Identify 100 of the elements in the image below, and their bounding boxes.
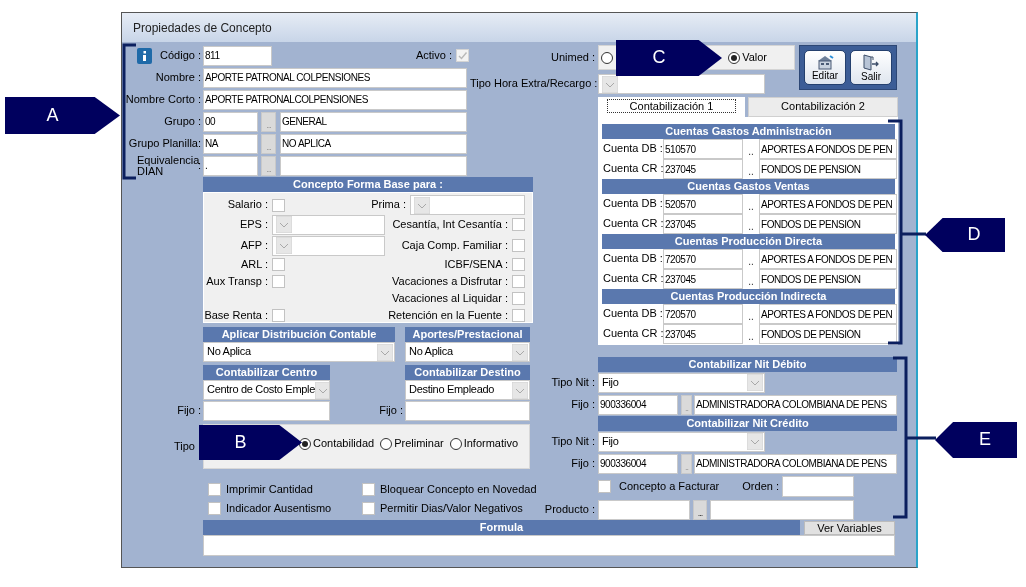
chevron-icon bbox=[315, 381, 329, 399]
checkbox[interactable] bbox=[362, 483, 375, 497]
field-label: Unimed : bbox=[549, 50, 596, 65]
checkbox[interactable] bbox=[512, 218, 525, 231]
door-icon bbox=[862, 53, 880, 71]
text-field[interactable]: 237045 bbox=[663, 159, 743, 179]
variables-button[interactable]: Ver Variables bbox=[804, 520, 895, 535]
code-field[interactable]: 811 bbox=[203, 45, 272, 66]
text-field[interactable]: FONDOS DE PENSIÓN bbox=[759, 214, 897, 234]
checkbox[interactable] bbox=[598, 480, 611, 493]
field-label: Vacaciones a Disfrutar : bbox=[392, 274, 508, 289]
info-icon[interactable] bbox=[137, 47, 152, 64]
chevron-icon bbox=[512, 343, 528, 361]
dropdown[interactable] bbox=[598, 74, 765, 94]
text-field[interactable]: 510570 bbox=[663, 139, 743, 159]
checkbox[interactable] bbox=[208, 502, 221, 516]
checkbox[interactable] bbox=[272, 309, 285, 322]
code-field[interactable]: NA bbox=[203, 133, 258, 154]
text-field[interactable] bbox=[710, 499, 854, 520]
text-field[interactable]: 720570 bbox=[663, 249, 743, 269]
exit-button[interactable]: Salir bbox=[850, 50, 892, 85]
text-field[interactable]: APORTE PATRONAL COLPENSIONES bbox=[203, 67, 467, 88]
checkbox[interactable] bbox=[512, 258, 525, 271]
field-label: Cuenta CR : bbox=[602, 162, 663, 176]
field-label: ARL : bbox=[239, 257, 269, 272]
text-field[interactable]: APORTES A FONDOS DE PEN bbox=[759, 304, 897, 324]
checkbox[interactable] bbox=[272, 198, 285, 212]
description-field[interactable] bbox=[280, 155, 467, 176]
code-field[interactable]: 00 bbox=[203, 111, 258, 132]
text-field[interactable]: 900336004 bbox=[598, 453, 678, 474]
text-field[interactable]: APORTES A FONDOS DE PEN bbox=[759, 249, 897, 269]
checkbox[interactable] bbox=[512, 309, 525, 322]
checkbox[interactable] bbox=[272, 258, 285, 271]
field-label: EPS : bbox=[238, 217, 269, 232]
text-field[interactable] bbox=[782, 476, 854, 497]
text-field[interactable] bbox=[405, 400, 530, 421]
checkbox[interactable] bbox=[362, 502, 375, 516]
text-field[interactable]: APORTES A FONDOS DE PEN bbox=[759, 194, 897, 214]
text-field[interactable]: 237045 bbox=[663, 269, 743, 289]
callout-label: E bbox=[935, 422, 1017, 458]
text-field[interactable]: ADMINISTRADORA COLOMBIANA DE PENS bbox=[694, 394, 897, 415]
text-field[interactable]: 237045 bbox=[663, 324, 743, 344]
radio-button[interactable] bbox=[449, 437, 462, 450]
text-field[interactable]: FONDOS DE PENSIÓN bbox=[759, 159, 897, 179]
dropdown[interactable]: Fijo bbox=[598, 431, 765, 452]
chevron-icon bbox=[377, 343, 393, 361]
field-label: Cuenta DB : bbox=[602, 197, 663, 211]
text-field[interactable]: ADMINISTRADORA COLOMBIANA DE PENS bbox=[694, 453, 897, 474]
dropdown[interactable]: No Aplica bbox=[405, 342, 530, 362]
description-field[interactable]: NO APLICA bbox=[280, 133, 467, 154]
text-field[interactable] bbox=[598, 499, 690, 520]
text-field[interactable] bbox=[203, 400, 330, 421]
tab[interactable]: Contabilización 1 bbox=[598, 97, 745, 117]
tab[interactable]: Contabilización 2 bbox=[748, 97, 898, 117]
text-field[interactable]: APORTE PATRONALCOLPENSIONES bbox=[203, 89, 467, 110]
checkbox[interactable] bbox=[512, 239, 525, 252]
section-header: Contabilizar Nit Débito bbox=[598, 357, 897, 372]
section-header: Contabilizar Centro bbox=[203, 365, 330, 380]
window-title: Propiedades de Concepto bbox=[122, 13, 916, 42]
radio-button[interactable] bbox=[380, 437, 393, 450]
text-field[interactable]: 900336004 bbox=[598, 394, 678, 415]
radio-label: Informativo bbox=[463, 436, 519, 451]
radio-button[interactable] bbox=[299, 437, 311, 450]
chevron-icon bbox=[602, 75, 618, 93]
radio-button[interactable] bbox=[728, 51, 741, 64]
field-label: Aux Transp : bbox=[205, 274, 269, 289]
edit-button[interactable]: Editar bbox=[804, 50, 846, 85]
chevron-icon bbox=[276, 237, 292, 254]
checkbox[interactable] bbox=[512, 275, 525, 288]
field-label: AFP : bbox=[239, 238, 269, 253]
text-field[interactable]: 520570 bbox=[663, 194, 743, 214]
description-field[interactable]: GENERAL bbox=[280, 111, 467, 132]
field-label: Fijo : bbox=[570, 456, 596, 471]
field-label: Fijo : bbox=[570, 397, 596, 412]
field-label: Cuenta CR : bbox=[602, 217, 663, 231]
dropdown[interactable]: No Aplica bbox=[203, 342, 395, 362]
field-label: Cuenta DB : bbox=[602, 252, 663, 266]
checkbox[interactable] bbox=[512, 292, 525, 305]
field-label: Cuenta CR : bbox=[602, 327, 663, 341]
text-field[interactable]: FONDOS DE PENSIÓN bbox=[759, 324, 897, 344]
code-field[interactable]: . bbox=[203, 155, 258, 176]
checkbox[interactable] bbox=[208, 483, 221, 497]
text-field[interactable]: FONDOS DE PENSIÓN bbox=[759, 269, 897, 289]
text-field[interactable]: APORTES A FONDOS DE PEN bbox=[759, 139, 897, 159]
dropdown[interactable]: Centro de Costo Emple bbox=[203, 380, 330, 400]
section-header: Cuentas Gastos Ventas bbox=[602, 179, 895, 194]
text-field[interactable]: 237045 bbox=[663, 214, 743, 234]
field-label: Grupo : bbox=[164, 114, 201, 129]
radio-button[interactable] bbox=[601, 51, 613, 64]
dropdown[interactable]: Fijo bbox=[598, 372, 765, 393]
field-label: Tipo Hora Extra/Recargo : bbox=[470, 77, 598, 91]
dropdown[interactable]: Destino Empleado bbox=[405, 380, 530, 400]
text-field[interactable]: 720570 bbox=[663, 304, 743, 324]
formula-field[interactable] bbox=[203, 535, 895, 556]
radio-label: Preliminar bbox=[394, 436, 444, 451]
field-label: Producto : bbox=[543, 502, 596, 517]
checkbox-label: Imprimir Cantidad bbox=[226, 483, 313, 497]
lookup-button[interactable]: ... bbox=[693, 499, 707, 520]
checkbox[interactable] bbox=[272, 275, 285, 288]
section-header: Cuentas Gastos Administración bbox=[602, 124, 895, 139]
